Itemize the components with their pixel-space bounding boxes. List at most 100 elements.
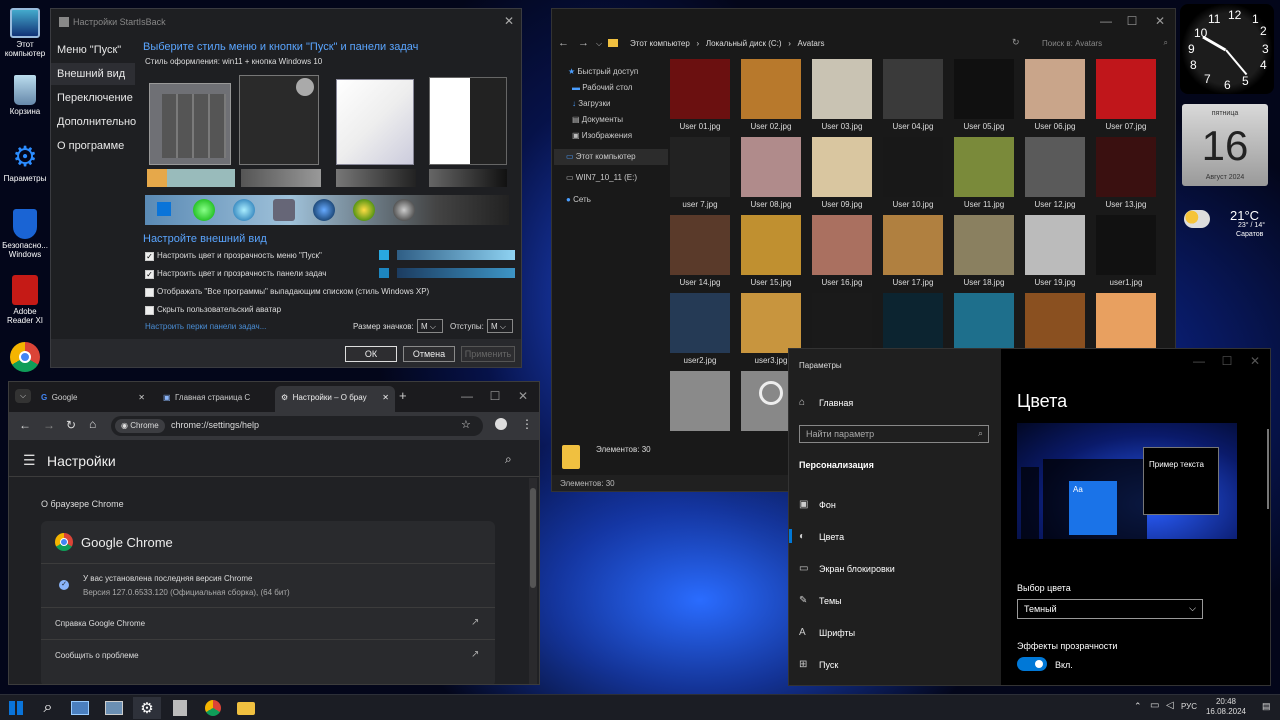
- forward-icon[interactable]: →: [43, 418, 55, 432]
- nav-advanced[interactable]: Дополнительно: [51, 111, 136, 133]
- start-style-preview-4[interactable]: [429, 77, 507, 165]
- chevron-up-icon[interactable]: ⌃: [1134, 701, 1142, 712]
- desktop-icon-adobe-reader[interactable]: Adobe Reader XI: [2, 275, 48, 325]
- taskbar-style-preview-4[interactable]: [429, 169, 507, 187]
- file-thumbnail[interactable]: [954, 293, 1014, 353]
- profile-icon[interactable]: [495, 418, 507, 430]
- checkbox-xp-style[interactable]: [145, 288, 154, 297]
- bookmark-star-icon[interactable]: ☆: [461, 418, 471, 431]
- taskbar-style-preview-1[interactable]: [147, 169, 235, 187]
- file-thumbnail[interactable]: [670, 293, 730, 353]
- file-thumbnail[interactable]: [741, 59, 801, 119]
- tab-google[interactable]: G Google ✕: [35, 389, 153, 407]
- file-thumbnail[interactable]: [1096, 137, 1156, 197]
- chrome-chip[interactable]: ◉ Chrome: [115, 419, 165, 433]
- tab-homepage[interactable]: ▣ Главная страница C: [157, 389, 275, 407]
- reload-icon[interactable]: ↻: [66, 418, 76, 432]
- tab-settings[interactable]: ⚙ Настройки – О брау ✕: [275, 386, 395, 412]
- desktop-icon-security[interactable]: Безопасно... Windows: [2, 209, 48, 259]
- file-thumbnail[interactable]: [741, 215, 801, 275]
- start-color-swatch[interactable]: [379, 250, 389, 260]
- language-indicator[interactable]: РУС: [1181, 702, 1197, 711]
- file-thumbnail[interactable]: [1096, 293, 1156, 353]
- file-thumbnail[interactable]: [670, 215, 730, 275]
- back-icon[interactable]: ←: [19, 418, 31, 432]
- file-thumbnail[interactable]: [812, 137, 872, 197]
- minimize-button[interactable]: —: [1092, 9, 1120, 33]
- home-icon[interactable]: ⌂: [89, 417, 96, 431]
- search-input[interactable]: Найти параметр ⌕: [799, 425, 989, 443]
- desktop-icon-chrome[interactable]: [2, 342, 48, 374]
- tree-pictures[interactable]: ▣ Изображения: [572, 131, 632, 140]
- tree-quick-access[interactable]: ★ Быстрый доступ: [568, 67, 638, 76]
- tree-documents[interactable]: ▤ Документы: [572, 115, 623, 124]
- nav-about[interactable]: О программе: [51, 135, 135, 157]
- maximize-button[interactable]: ☐: [481, 384, 509, 408]
- taskbar-style-preview-3[interactable]: [336, 169, 416, 187]
- padding-select[interactable]: M ⌵: [487, 319, 513, 333]
- start-button-styles[interactable]: [145, 195, 509, 225]
- nav-lock-screen[interactable]: Экран блокировки: [819, 564, 895, 574]
- new-tab-button[interactable]: +: [399, 388, 407, 403]
- file-thumbnail[interactable]: [1025, 215, 1085, 275]
- desktop-icon-recycle-bin[interactable]: Корзина: [2, 75, 48, 116]
- taskbar-app-settings[interactable]: ⚙: [133, 697, 161, 719]
- hamburger-icon[interactable]: ☰: [23, 452, 36, 469]
- ok-button[interactable]: ОК: [345, 346, 397, 362]
- forward-icon[interactable]: →: [578, 37, 589, 49]
- nav-colors[interactable]: Цвета: [819, 532, 844, 542]
- file-thumbnail[interactable]: [1025, 59, 1085, 119]
- back-icon[interactable]: ←: [558, 37, 569, 49]
- apply-button[interactable]: Применить: [461, 346, 515, 362]
- network-icon[interactable]: ▭: [1150, 700, 1159, 711]
- maximize-button[interactable]: ☐: [1118, 9, 1146, 33]
- minimize-button[interactable]: —: [1185, 349, 1213, 373]
- checkbox-taskbar-color[interactable]: ✓: [145, 270, 154, 279]
- file-thumbnail[interactable]: [954, 137, 1014, 197]
- search-input[interactable]: Поиск в: Avatars ⌕: [1038, 37, 1172, 51]
- close-button[interactable]: ✕: [509, 384, 537, 408]
- close-button[interactable]: ✕: [1146, 9, 1174, 33]
- nav-start[interactable]: Пуск: [819, 660, 838, 670]
- taskbar-app-explorer-view[interactable]: [66, 697, 94, 719]
- start-button[interactable]: [2, 697, 30, 719]
- address-bar[interactable]: ◉ Chrome chrome://settings/help ☆: [111, 416, 483, 436]
- taskbar-tweaks-link[interactable]: Настроить перки панели задач...: [145, 322, 266, 331]
- close-button[interactable]: ✕: [495, 9, 521, 33]
- taskbar-app-startisback[interactable]: [166, 697, 194, 719]
- taskbar-app-file-explorer[interactable]: [232, 697, 260, 719]
- taskbar-style-preview-2[interactable]: [241, 169, 321, 187]
- file-thumbnail[interactable]: [670, 59, 730, 119]
- nav-start-menu[interactable]: Меню "Пуск": [51, 39, 135, 61]
- close-icon[interactable]: ✕: [138, 393, 145, 402]
- file-thumbnail[interactable]: [812, 59, 872, 119]
- minimize-button[interactable]: —: [453, 384, 481, 408]
- help-link[interactable]: Справка Google Chrome: [55, 619, 145, 628]
- start-transparency-slider[interactable]: [397, 250, 515, 260]
- tree-network[interactable]: ● Сеть: [566, 195, 591, 204]
- maximize-button[interactable]: ☐: [1213, 349, 1241, 373]
- search-button[interactable]: ⌕: [34, 697, 62, 719]
- scrollbar[interactable]: [529, 478, 537, 684]
- cancel-button[interactable]: Отмена: [403, 346, 455, 362]
- close-icon[interactable]: ✕: [382, 393, 389, 402]
- nav-fonts[interactable]: Шрифты: [819, 628, 855, 638]
- file-thumbnail[interactable]: [1096, 215, 1156, 275]
- scrollbar[interactable]: [1267, 429, 1269, 509]
- start-style-preview-3[interactable]: [336, 79, 414, 165]
- file-thumbnail[interactable]: [812, 293, 872, 353]
- tab-search-button[interactable]: ⌵: [15, 389, 31, 403]
- nav-switching[interactable]: Переключение: [51, 87, 135, 109]
- color-mode-select[interactable]: Темный ⌵: [1017, 599, 1203, 619]
- tree-downloads[interactable]: ↓ Загрузки: [572, 99, 610, 108]
- file-thumbnail[interactable]: [1096, 59, 1156, 119]
- refresh-icon[interactable]: ↻: [1012, 37, 1020, 48]
- file-thumbnail[interactable]: [954, 59, 1014, 119]
- file-thumbnail[interactable]: [1025, 137, 1085, 197]
- notifications-icon[interactable]: ▤: [1262, 701, 1271, 712]
- report-link[interactable]: Сообщить о проблеме: [55, 651, 139, 660]
- taskbar-color-swatch[interactable]: [379, 268, 389, 278]
- clock-time[interactable]: 20:48: [1206, 697, 1246, 706]
- file-thumbnail[interactable]: [670, 371, 730, 431]
- start-style-preview-2[interactable]: [239, 75, 319, 165]
